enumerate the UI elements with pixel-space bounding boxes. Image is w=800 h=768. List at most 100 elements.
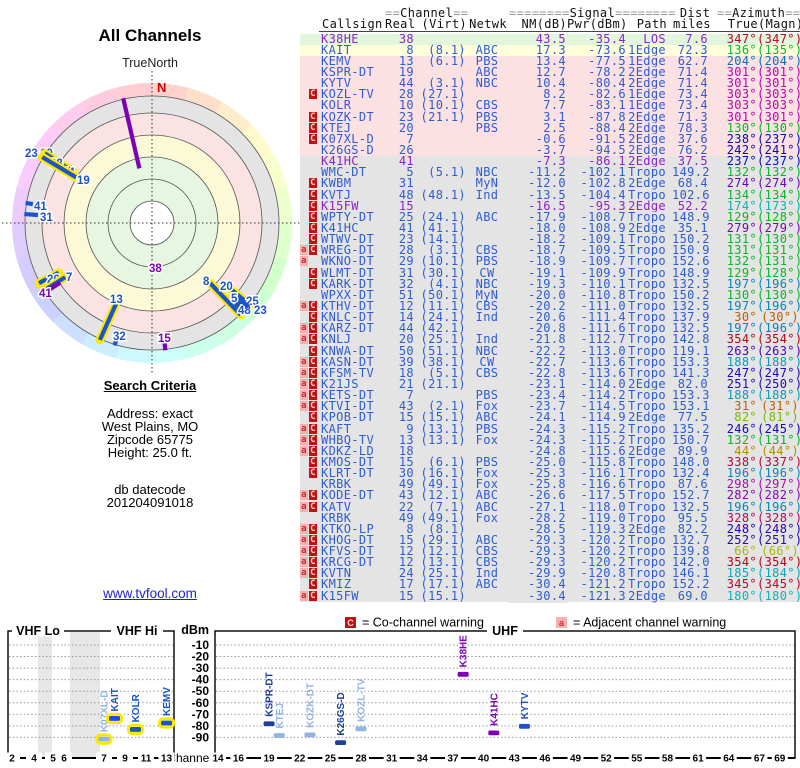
radar-label-8: 8 bbox=[203, 276, 210, 288]
adjacent-channel-legend-text: = Adjacent channel warning bbox=[573, 616, 726, 630]
bar-label-KTEJ: KTEJ bbox=[275, 703, 286, 729]
radar-plot: N3823102844194131267411332158205254823 bbox=[2, 71, 302, 373]
radar-label-20: 20 bbox=[220, 281, 233, 293]
azimuth-true: 180° bbox=[726, 588, 757, 603]
bar-label-K41HC: K41HC bbox=[489, 693, 500, 726]
col-netwk: Netwk bbox=[469, 17, 507, 32]
signal-bar-KAIT bbox=[109, 716, 120, 721]
x-tick-label: 22 bbox=[294, 754, 306, 765]
signal-bar-K41HC bbox=[488, 730, 500, 736]
page-title: All Channels bbox=[98, 26, 202, 45]
x-tick-label: 31 bbox=[386, 754, 398, 765]
signal-bar-K38HE bbox=[457, 671, 469, 677]
bar-label-KYTV: KYTV bbox=[520, 692, 531, 719]
y-tick-label: -90 bbox=[192, 730, 210, 744]
radar-label-32: 32 bbox=[113, 331, 126, 343]
db-datecode-value: 201204091018 bbox=[106, 495, 194, 510]
signal-bar-KTEJ bbox=[273, 733, 285, 738]
spectrum-chart: -10-20-30-40-50-60-70-80-90dBmVHF Lo VHF … bbox=[4, 616, 796, 765]
x-tick-label: 69 bbox=[774, 754, 786, 765]
x-tick-label: 11 bbox=[141, 754, 152, 765]
signal-bar-K07XL-D bbox=[98, 736, 110, 742]
radar-label-7: 7 bbox=[66, 272, 72, 284]
col-true: True bbox=[727, 17, 758, 32]
x-tick-label: 67 bbox=[754, 754, 766, 765]
x-tick-label: 2 bbox=[9, 754, 15, 765]
x-tick-label: 5 bbox=[50, 754, 56, 765]
tvfool-link[interactable]: www.tvfool.com bbox=[103, 586, 197, 601]
x-tick-label: 64 bbox=[723, 754, 735, 765]
col-real: Real bbox=[385, 17, 416, 32]
bar-label-KEMV: KEMV bbox=[162, 687, 173, 716]
signal-bar-KOZL-TV bbox=[355, 726, 367, 732]
col-pwr: Pwr(dBm) bbox=[567, 17, 628, 32]
bar-label-KOLR: KOLR bbox=[131, 693, 142, 722]
bar-label-K26GS-D: K26GS-D bbox=[336, 692, 347, 735]
bar-label-K07XL-D: K07XL-D bbox=[100, 690, 111, 732]
x-tick-label: 19 bbox=[264, 754, 276, 765]
band-label: VHF Lo bbox=[16, 624, 60, 638]
bar-label-KAIT: KAIT bbox=[110, 688, 121, 711]
col-path: Path bbox=[636, 17, 667, 32]
x-tick-label: 43 bbox=[509, 754, 521, 765]
tvfool-link-wrap: www.tvfool.com bbox=[0, 586, 300, 601]
bar-label-KOZL-TV: KOZL-TV bbox=[357, 678, 368, 722]
x-tick-label: 4 bbox=[31, 754, 37, 765]
x-tick-label: 7 bbox=[101, 754, 107, 765]
radar-label-38: 38 bbox=[149, 263, 162, 275]
co-channel-legend-text: = Co-channel warning bbox=[362, 616, 484, 630]
x-tick-label: 13 bbox=[161, 754, 173, 765]
x-tick-label: 9 bbox=[122, 754, 128, 765]
radar-signal-31 bbox=[24, 211, 39, 218]
signal-bar-KOLR bbox=[130, 727, 141, 732]
signal-bar-KSPR-DT bbox=[263, 721, 275, 727]
x-tick-label: 14 bbox=[212, 754, 224, 765]
search-criteria-heading: Search Criteria bbox=[103, 378, 197, 393]
table-body: K38HE 38 43.5 -35.4 LOS 7.6 347° (347°) KAIT 8 (8.… bbox=[300, 33, 800, 603]
table-row: a C K15FW 15 (15.1) -30.4 -121.3 2Edge 69.0 180°(… bbox=[300, 588, 800, 603]
col-virt: (Virt) bbox=[421, 17, 467, 32]
signal-bar-K26GS-D bbox=[335, 740, 347, 745]
uhf-panel-box bbox=[214, 630, 796, 759]
y-axis-label: dBm bbox=[181, 623, 209, 637]
x-tick-label: 55 bbox=[631, 754, 643, 765]
north-letter: N bbox=[157, 80, 166, 95]
x-tick-label: 16 bbox=[233, 754, 245, 765]
svg-text:C: C bbox=[347, 618, 354, 628]
tvfool-report-page: All Channels TrueNorth N3823102844194131… bbox=[0, 0, 800, 768]
radar-label-23b: 23 bbox=[254, 305, 267, 317]
bar-label-K38HE: K38HE bbox=[459, 635, 470, 668]
radar-label-23: 23 bbox=[25, 148, 38, 160]
x-tick-label: 52 bbox=[601, 754, 613, 765]
band-label: VHF Hi bbox=[117, 624, 158, 638]
search-height: Height: 25.0 ft. bbox=[107, 445, 193, 460]
x-tick-label: 34 bbox=[417, 754, 429, 765]
radar-label-19: 19 bbox=[77, 175, 90, 187]
x-tick-label: 58 bbox=[662, 754, 674, 765]
radar-label-48: 48 bbox=[238, 305, 251, 317]
x-tick-label: 6 bbox=[61, 754, 67, 765]
table-header-row-2: Callsign Real (Virt) Netwk NM(dB) Pwr(dB… bbox=[300, 17, 800, 32]
band-label: UHF bbox=[492, 624, 518, 638]
x-tick-label: 37 bbox=[447, 754, 459, 765]
signal-bar-KYTV bbox=[518, 723, 530, 729]
col-magn: (Magn) bbox=[758, 17, 800, 32]
col-miles: miles bbox=[673, 17, 711, 32]
radar-label-13: 13 bbox=[110, 294, 123, 306]
x-tick-label: 61 bbox=[693, 754, 705, 765]
bar-label-KOZK-DT: KOZK-DT bbox=[305, 683, 316, 728]
col-callsign: Callsign bbox=[322, 17, 383, 32]
signal-table: ==Channel== ========Signal======== Dist … bbox=[300, 7, 800, 603]
x-tick-label: 28 bbox=[355, 754, 367, 765]
col-nm: NM(dB) bbox=[521, 17, 567, 32]
radar-label-41: 41 bbox=[39, 288, 52, 300]
azimuth-magn: (180°) bbox=[757, 588, 800, 603]
x-tick-label: 49 bbox=[570, 754, 582, 765]
x-tick-label: 40 bbox=[478, 754, 490, 765]
signal-bar-KEMV bbox=[161, 720, 172, 726]
x-tick-label: 25 bbox=[325, 754, 337, 765]
radar-signal-41 bbox=[25, 200, 34, 207]
x-tick-label: 46 bbox=[539, 754, 551, 765]
radar-label-15: 15 bbox=[158, 333, 171, 345]
vhf-gap-band bbox=[38, 632, 52, 758]
